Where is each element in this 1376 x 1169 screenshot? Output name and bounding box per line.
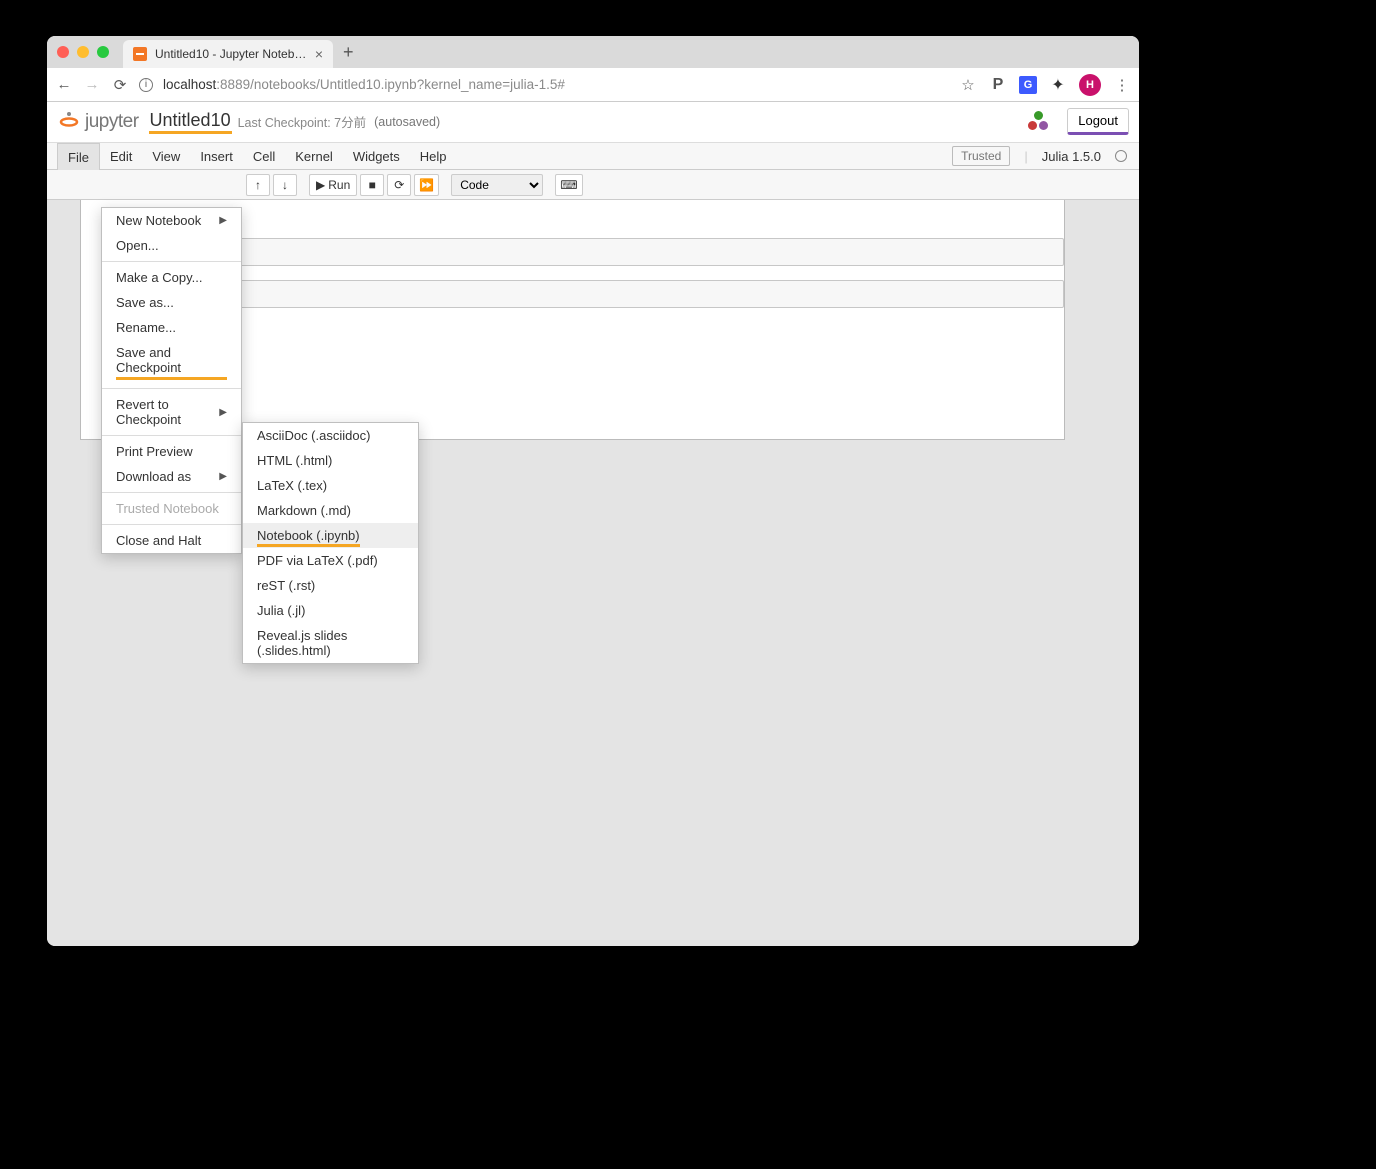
close-tab-icon[interactable]: ×: [315, 46, 323, 62]
browser-tab[interactable]: Untitled10 - Jupyter Notebook ×: [123, 40, 333, 68]
browser-menu-icon[interactable]: ⋮: [1113, 76, 1131, 94]
back-button[interactable]: ←: [55, 76, 73, 93]
download-reveal[interactable]: Reveal.js slides (.slides.html): [243, 623, 418, 663]
interrupt-button[interactable]: ■: [360, 174, 384, 196]
address-bar-right: ☆ P G ✦ H ⋮: [959, 74, 1131, 96]
file-trusted-notebook: Trusted Notebook: [102, 496, 241, 521]
file-revert-checkpoint[interactable]: Revert to Checkpoint▶: [102, 392, 241, 432]
download-notebook-label: Notebook (.ipynb): [257, 528, 360, 547]
download-rest[interactable]: reST (.rst): [243, 573, 418, 598]
download-asciidoc[interactable]: AsciiDoc (.asciidoc): [243, 423, 418, 448]
window-controls: [57, 46, 109, 58]
extension-icon-2[interactable]: G: [1019, 76, 1037, 94]
page-content: jupyter Untitled10 Last Checkpoint: 7分前 …: [47, 102, 1139, 946]
menu-help[interactable]: Help: [410, 143, 457, 169]
menu-file[interactable]: File: [57, 143, 100, 170]
file-new-notebook-label: New Notebook: [116, 213, 201, 228]
browser-tabbar: Untitled10 - Jupyter Notebook × +: [47, 36, 1139, 68]
download-as-submenu: AsciiDoc (.asciidoc) HTML (.html) LaTeX …: [242, 422, 419, 664]
kernel-name: Julia 1.5.0: [1042, 149, 1101, 164]
tab-title: Untitled10 - Jupyter Notebook: [155, 47, 307, 61]
url-rest: :8889/notebooks/Untitled10.ipynb?kernel_…: [216, 77, 565, 92]
jupyter-logo[interactable]: jupyter: [57, 110, 139, 134]
url-display[interactable]: localhost:8889/notebooks/Untitled10.ipyn…: [163, 77, 949, 92]
site-info-icon[interactable]: i: [139, 78, 153, 92]
file-rename[interactable]: Rename...: [102, 315, 241, 340]
menu-separator: [102, 435, 241, 436]
window-maximize-button[interactable]: [97, 46, 109, 58]
command-palette-button[interactable]: ⌨: [555, 174, 582, 196]
cell-input[interactable]: [189, 280, 1064, 308]
window-close-button[interactable]: [57, 46, 69, 58]
trusted-badge[interactable]: Trusted: [952, 146, 1010, 166]
download-notebook[interactable]: Notebook (.ipynb): [243, 523, 418, 548]
browser-address-bar: ← → ⟳ i localhost:8889/notebooks/Untitle…: [47, 68, 1139, 102]
url-host: localhost: [163, 77, 216, 92]
reload-button[interactable]: ⟳: [111, 76, 129, 94]
file-download-as[interactable]: Download as ▶: [102, 464, 241, 489]
cell-input[interactable]: [189, 238, 1064, 266]
file-dropdown-menu: New Notebook ▶ Open... Make a Copy... Sav…: [101, 207, 242, 554]
file-revert-label: Revert to Checkpoint: [116, 397, 219, 427]
celltype-select[interactable]: Code: [451, 174, 543, 196]
bookmark-star-icon[interactable]: ☆: [959, 76, 977, 94]
extensions-icon[interactable]: ✦: [1049, 76, 1067, 94]
run-button[interactable]: ▶Run: [309, 174, 357, 196]
move-up-button[interactable]: ↑: [246, 174, 270, 196]
file-download-as-label: Download as: [116, 469, 191, 484]
menubar-right: Trusted | Julia 1.5.0: [952, 143, 1139, 169]
file-save-checkpoint-label: Save and Checkpoint: [116, 345, 227, 380]
menu-separator: [102, 388, 241, 389]
menu-separator: [102, 524, 241, 525]
restart-run-all-button[interactable]: ⏩: [414, 174, 439, 196]
download-julia[interactable]: Julia (.jl): [243, 598, 418, 623]
checkpoint-text: Last Checkpoint: 7分前: [238, 112, 367, 131]
run-label: Run: [328, 178, 350, 192]
julia-kernel-icon[interactable]: [1025, 110, 1051, 134]
file-save-as[interactable]: Save as...: [102, 290, 241, 315]
menu-view[interactable]: View: [142, 143, 190, 169]
chevron-right-icon: ▶: [219, 471, 227, 482]
logout-button[interactable]: Logout: [1067, 108, 1129, 135]
browser-window: Untitled10 - Jupyter Notebook × + ← → ⟳ …: [47, 36, 1139, 946]
jupyter-header: jupyter Untitled10 Last Checkpoint: 7分前 …: [47, 102, 1139, 142]
file-make-copy[interactable]: Make a Copy...: [102, 265, 241, 290]
menu-separator: [102, 492, 241, 493]
new-tab-button[interactable]: +: [343, 42, 354, 63]
menu-widgets[interactable]: Widgets: [343, 143, 410, 169]
restart-button[interactable]: ⟳: [387, 174, 411, 196]
autosaved-text: (autosaved): [374, 115, 440, 129]
notebook-name[interactable]: Untitled10: [149, 110, 232, 134]
download-latex[interactable]: LaTeX (.tex): [243, 473, 418, 498]
jupyter-favicon: [133, 47, 147, 61]
menubar: File Edit View Insert Cell Kernel Widget…: [47, 142, 1139, 170]
file-close-halt[interactable]: Close and Halt: [102, 528, 241, 553]
download-markdown[interactable]: Markdown (.md): [243, 498, 418, 523]
menu-kernel[interactable]: Kernel: [285, 143, 343, 169]
file-new-notebook[interactable]: New Notebook ▶: [102, 208, 241, 233]
download-html[interactable]: HTML (.html): [243, 448, 418, 473]
chevron-right-icon: ▶: [219, 215, 227, 226]
move-down-button[interactable]: ↓: [273, 174, 297, 196]
kernel-status-icon: [1115, 150, 1127, 162]
menu-separator: [102, 261, 241, 262]
file-open[interactable]: Open...: [102, 233, 241, 258]
extension-icon-1[interactable]: P: [989, 76, 1007, 94]
file-save-checkpoint[interactable]: Save and Checkpoint: [102, 340, 241, 385]
jupyter-logo-icon: [57, 110, 81, 134]
chevron-right-icon: ▶: [219, 407, 227, 418]
forward-button[interactable]: →: [83, 76, 101, 93]
menu-edit[interactable]: Edit: [100, 143, 142, 169]
menu-cell[interactable]: Cell: [243, 143, 285, 169]
jupyter-logo-text: jupyter: [85, 111, 139, 133]
header-right: Logout: [1025, 108, 1129, 135]
file-print-preview[interactable]: Print Preview: [102, 439, 241, 464]
menu-insert[interactable]: Insert: [190, 143, 243, 169]
window-minimize-button[interactable]: [77, 46, 89, 58]
run-icon: ▶: [316, 178, 325, 192]
profile-avatar[interactable]: H: [1079, 74, 1101, 96]
download-pdf[interactable]: PDF via LaTeX (.pdf): [243, 548, 418, 573]
toolbar: ↑ ↓ ▶Run ■ ⟳ ⏩ Code ⌨: [47, 170, 1139, 200]
